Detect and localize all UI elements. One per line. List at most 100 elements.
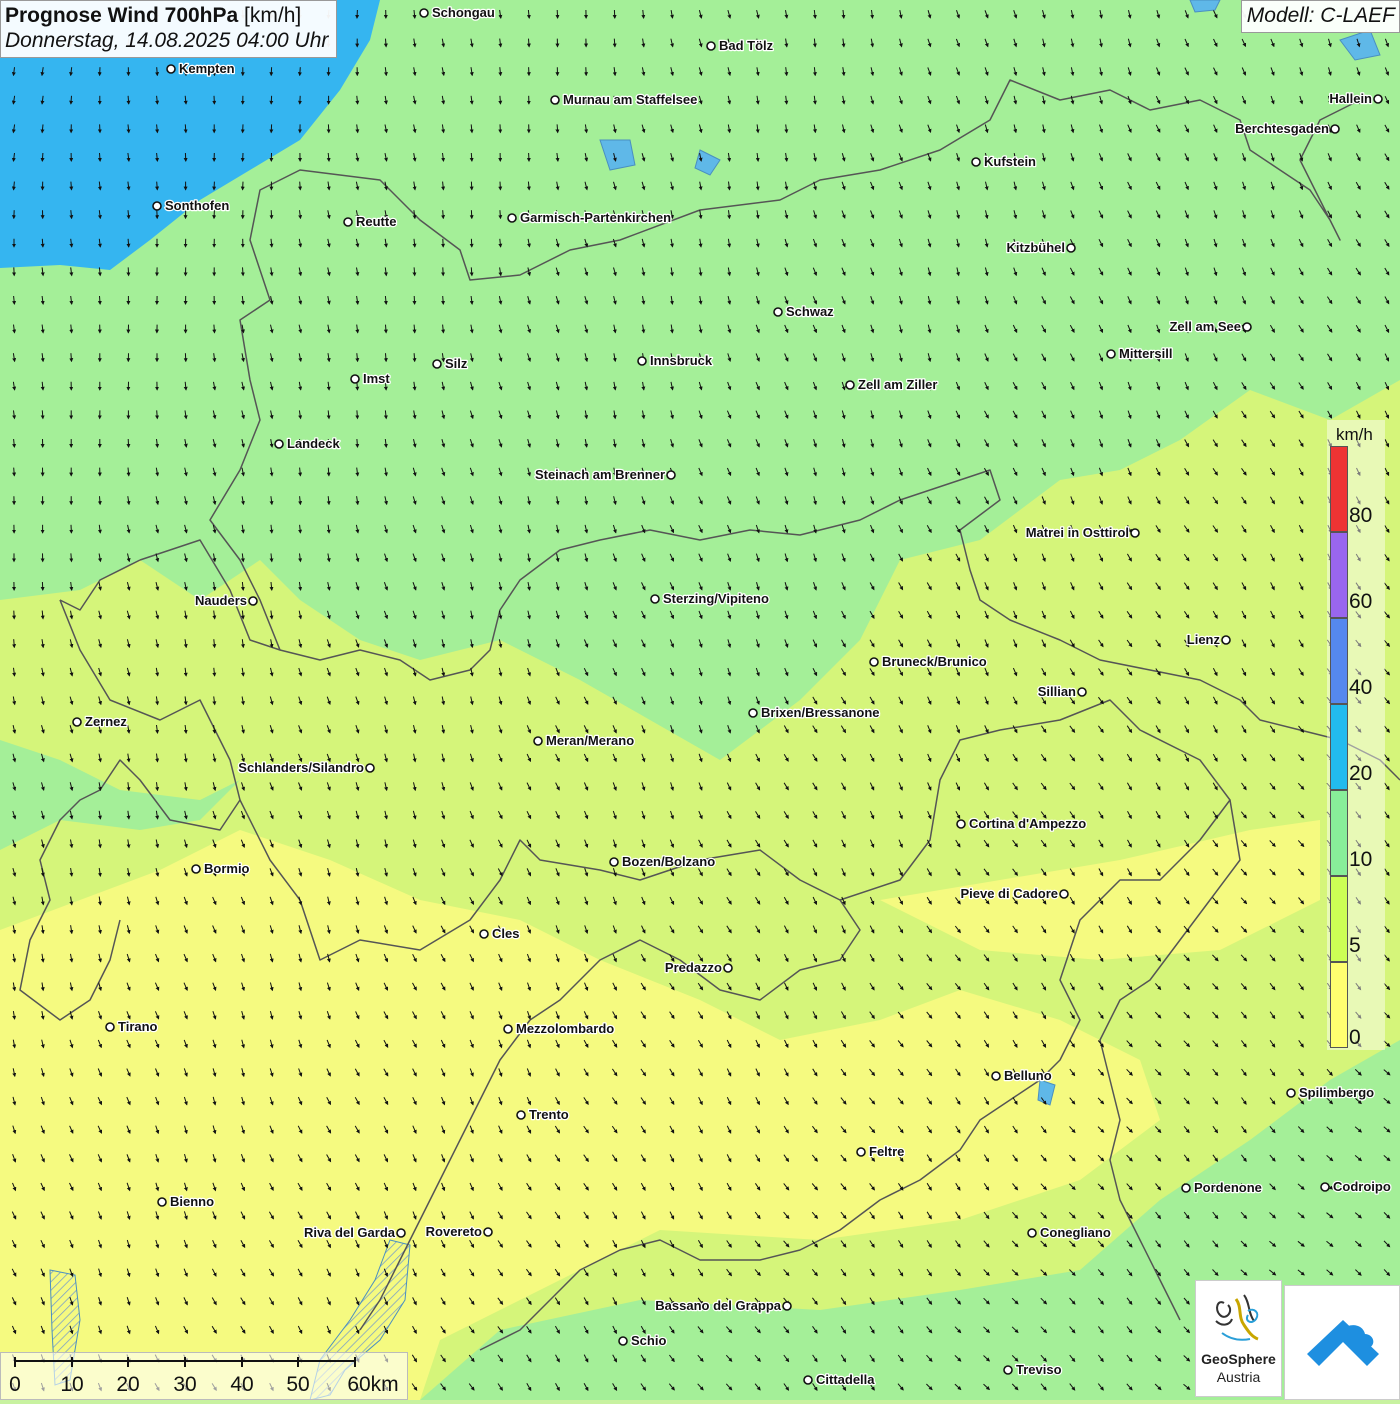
city-label: Zernez — [85, 714, 127, 729]
city-label: Bruneck/Brunico — [882, 654, 987, 669]
wind-arrow — [357, 410, 358, 418]
city-mezzolombardo[interactable]: Mezzolombardo — [504, 1021, 614, 1036]
city-conegliano[interactable]: Conegliano — [1028, 1225, 1111, 1240]
city-meran-merano[interactable]: Meran/Merano — [534, 733, 634, 748]
city-dot — [366, 764, 374, 772]
city-label: Cittadella — [816, 1372, 875, 1387]
city-garmisch-partenkirchen[interactable]: Garmisch-Partenkirchen — [508, 210, 671, 225]
wetter-app-logo[interactable] — [1284, 1285, 1400, 1400]
city-zell-am-ziller[interactable]: Zell am Ziller — [846, 377, 937, 392]
city-dot — [992, 1072, 1000, 1080]
city-dot — [1321, 1183, 1329, 1191]
legend-tick-label: 20 — [1349, 762, 1372, 786]
city-bassano-del-grappa[interactable]: Bassano del Grappa — [655, 1298, 791, 1313]
city-dot — [249, 597, 257, 605]
wind-arrow — [157, 182, 158, 190]
forecast-datetime: Donnerstag, 14.08.2025 04:00 Uhr — [5, 29, 328, 53]
city-dot — [1078, 688, 1086, 696]
wind-arrow — [414, 325, 415, 333]
wind-arrow — [157, 410, 158, 418]
city-schongau[interactable]: Schongau — [420, 5, 495, 20]
wind-arrow — [14, 468, 15, 476]
wind-arrow — [386, 39, 387, 47]
city-dot — [1243, 323, 1251, 331]
city-dot — [804, 1376, 812, 1384]
city-matrei-in-osttirol[interactable]: Matrei in Osttirol — [1026, 525, 1139, 540]
city-dot — [1060, 890, 1068, 898]
city-spilimbergo[interactable]: Spilimbergo — [1287, 1085, 1374, 1100]
city-label: Lienz — [1187, 632, 1221, 647]
legend-tick-label: 80 — [1349, 504, 1372, 528]
scale-bar: 0102030405060km — [0, 1352, 408, 1400]
city-label: Hallein — [1329, 91, 1372, 106]
city-label: Pieve di Cadore — [960, 886, 1058, 901]
city-bozen-bolzano[interactable]: Bozen/Bolzano — [610, 854, 715, 869]
geosphere-austria-logo[interactable]: GeoSphere Austria — [1195, 1280, 1282, 1397]
legend-tick-label: 5 — [1349, 934, 1361, 958]
city-pordenone[interactable]: Pordenone — [1182, 1180, 1262, 1195]
city-steinach-am-brenner[interactable]: Steinach am Brenner — [535, 467, 675, 482]
city-label: Kitzbühel — [1007, 240, 1066, 255]
city-bruneck-brunico[interactable]: Bruneck/Brunico — [870, 654, 987, 669]
city-dot — [508, 214, 516, 222]
city-label: Treviso — [1016, 1362, 1062, 1377]
city-dot — [1028, 1229, 1036, 1237]
city-dot — [724, 964, 732, 972]
city-label: Kempten — [179, 61, 235, 76]
city-dot — [480, 930, 488, 938]
wind-forecast-map[interactable]: Schongau Kempten Bad Tölz Murnau am Staffel… — [0, 0, 1400, 1400]
city-brixen-bressanone[interactable]: Brixen/Bressanone — [749, 705, 880, 720]
city-berchtesgaden[interactable]: Berchtesgaden — [1235, 121, 1339, 136]
legend-band — [1330, 446, 1348, 532]
city-dot — [972, 158, 980, 166]
city-label: Bassano del Grappa — [655, 1298, 781, 1313]
wind-arrow — [300, 182, 301, 190]
city-label: Berchtesgaden — [1235, 121, 1329, 136]
wind-arrow — [214, 325, 215, 333]
city-label: Brixen/Bressanone — [761, 705, 880, 720]
city-riva-del-garda[interactable]: Riva del Garda — [304, 1225, 405, 1240]
geosphere-logo-icon — [1196, 1281, 1281, 1351]
city-label: Zell am Ziller — [858, 377, 937, 392]
wind-arrow — [471, 153, 472, 161]
city-label: Silz — [445, 356, 468, 371]
city-dot — [344, 218, 352, 226]
color-legend: km/h 051020406080 — [1327, 420, 1385, 1050]
city-kitzb-hel[interactable]: Kitzbühel — [1007, 240, 1076, 255]
city-pieve-di-cadore[interactable]: Pieve di Cadore — [960, 886, 1068, 901]
city-dot — [192, 865, 200, 873]
city-label: Cortina d'Ampezzo — [969, 816, 1086, 831]
wind-arrow — [71, 96, 72, 104]
city-dot — [638, 357, 646, 365]
city-label: Conegliano — [1040, 1225, 1111, 1240]
scale-label: 60km — [347, 1373, 398, 1397]
city-murnau-am-staffelsee[interactable]: Murnau am Staffelsee — [551, 92, 697, 107]
city-dot — [667, 471, 675, 479]
scale-label: 30 — [173, 1373, 196, 1397]
legend-band — [1330, 532, 1348, 618]
city-dot — [420, 9, 428, 17]
city-cortina-d-ampezzo[interactable]: Cortina d'Ampezzo — [957, 816, 1086, 831]
city-label: Tirano — [118, 1019, 158, 1034]
wind-arrow — [14, 639, 15, 647]
wind-arrow — [443, 210, 444, 218]
city-label: Bad Tölz — [719, 38, 774, 53]
city-schlanders-silandro[interactable]: Schlanders/Silandro — [238, 760, 374, 775]
legend-tick-label: 0 — [1349, 1026, 1361, 1050]
city-label: Sonthofen — [165, 198, 229, 213]
city-label: Feltre — [869, 1144, 904, 1159]
city-label: Riva del Garda — [304, 1225, 396, 1240]
city-label: Sterzing/Vipiteno — [663, 591, 769, 606]
city-sterzing-vipiteno[interactable]: Sterzing/Vipiteno — [651, 591, 769, 606]
city-dot — [73, 718, 81, 726]
city-dot — [1107, 350, 1115, 358]
city-label: Meran/Merano — [546, 733, 634, 748]
wind-arrow — [157, 67, 158, 75]
city-dot — [707, 42, 715, 50]
city-label: Nauders — [195, 593, 247, 608]
city-zell-am-see[interactable]: Zell am See — [1169, 319, 1251, 334]
city-predazzo[interactable]: Predazzo — [665, 960, 732, 975]
city-label: Imst — [363, 371, 390, 386]
city-sonthofen[interactable]: Sonthofen — [153, 198, 229, 213]
city-innsbruck[interactable]: Innsbruck — [638, 353, 713, 368]
